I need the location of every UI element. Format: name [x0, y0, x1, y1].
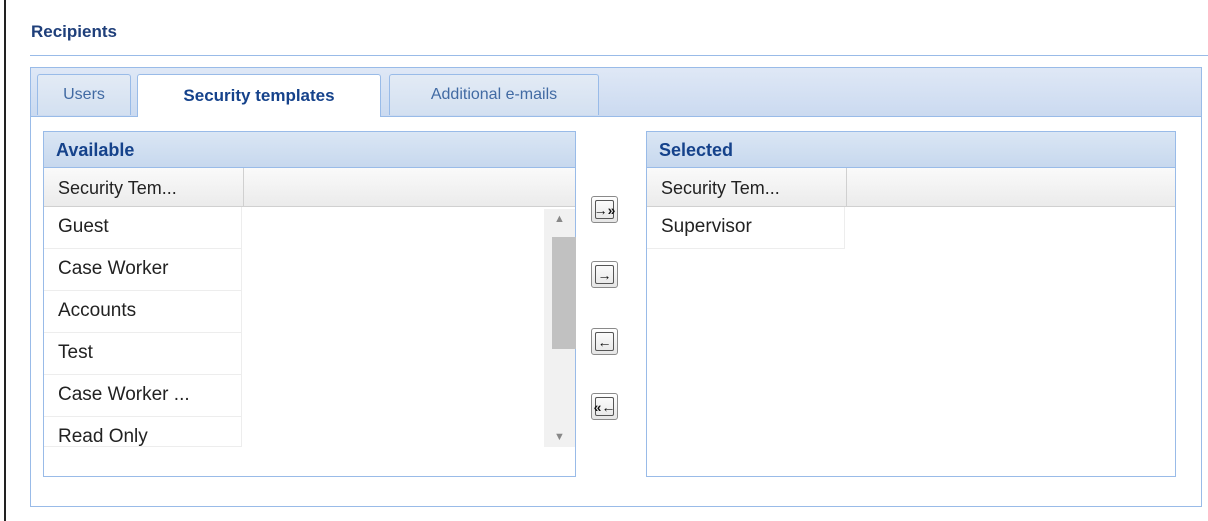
list-item[interactable]: Test — [44, 333, 242, 375]
arrow-right-icon: → — [595, 265, 614, 284]
arrow-left-icon: ← — [595, 332, 614, 351]
list-item[interactable]: Case Worker — [44, 249, 242, 291]
tab-users[interactable]: Users — [37, 74, 131, 115]
selected-column-header-row: Security Tem... — [647, 168, 1175, 207]
tab-security-templates[interactable]: Security templates — [137, 74, 381, 117]
list-item[interactable]: Case Worker ... — [44, 375, 242, 417]
tab-additional-emails-label: Additional e-mails — [430, 86, 558, 103]
list-item[interactable]: Accounts — [44, 291, 242, 333]
add-button[interactable]: → — [591, 261, 618, 288]
scroll-up-icon[interactable]: ▲ — [544, 209, 575, 229]
list-item[interactable]: Supervisor — [647, 207, 845, 249]
window-left-border — [4, 0, 6, 521]
selected-list-panel: Selected Security Tem... Supervisor — [646, 131, 1176, 477]
remove-all-button[interactable]: «← — [591, 393, 618, 420]
available-scrollbar[interactable]: ▲ ▼ — [544, 209, 576, 447]
tab-security-templates-label: Security templates — [183, 86, 335, 105]
remove-button[interactable]: ← — [591, 328, 618, 355]
double-arrow-left-icon: «← — [593, 397, 616, 416]
list-item[interactable]: Read Only — [44, 417, 242, 447]
available-column-header[interactable]: Security Tem... — [44, 168, 244, 206]
section-title: Recipients — [31, 22, 117, 41]
available-column-header-row: Security Tem... — [44, 168, 575, 207]
scroll-thumb[interactable] — [552, 237, 576, 349]
list-item[interactable]: Guest — [44, 207, 242, 249]
tab-bar: Users Security templates Additional e-ma… — [31, 68, 1201, 117]
available-list-panel: Available Security Tem... Guest Case Wor… — [43, 131, 576, 477]
tab-additional-emails[interactable]: Additional e-mails — [389, 74, 599, 115]
recipients-panel: Users Security templates Additional e-ma… — [30, 67, 1202, 507]
scroll-down-icon[interactable]: ▼ — [544, 427, 575, 447]
double-arrow-right-icon: →» — [593, 200, 616, 219]
selected-column-header[interactable]: Security Tem... — [647, 168, 847, 206]
section-divider — [30, 55, 1208, 56]
selected-title: Selected — [647, 132, 1175, 168]
add-all-button[interactable]: →» — [591, 196, 618, 223]
tab-users-label: Users — [63, 86, 105, 103]
available-title: Available — [44, 132, 575, 168]
